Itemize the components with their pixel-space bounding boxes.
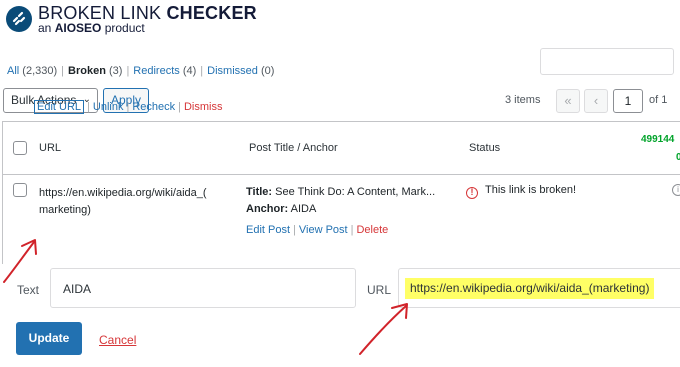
search-input[interactable]	[540, 48, 674, 75]
items-count: 3 items	[505, 94, 541, 106]
action-separator: |	[293, 224, 296, 236]
filter-separator: |	[61, 65, 65, 77]
filter-redirects[interactable]: Redirects (4)	[133, 65, 196, 77]
view-post-link[interactable]: View Post	[299, 224, 348, 236]
filter-dismissed-count: (0)	[260, 65, 275, 77]
extra-column-number: 0	[676, 152, 680, 163]
filter-separator: |	[126, 65, 130, 77]
filter-redirects-label: Redirects	[133, 65, 180, 77]
filter-broken-label: Broken	[68, 65, 106, 77]
url-row-actions: Edit URL | Unlink | Recheck | Dismiss	[34, 100, 223, 114]
link-status: ! This link is broken!	[466, 184, 576, 199]
anchor-label: Anchor:	[246, 203, 289, 215]
extra-column-number: 499144	[641, 134, 675, 145]
brand-sub-suffix: product	[101, 21, 145, 35]
url-input-value[interactable]: https://en.wikipedia.org/wiki/aida_(mark…	[405, 278, 655, 299]
row-checkbox[interactable]	[13, 183, 27, 197]
title-label: Title:	[246, 186, 273, 198]
column-post-title[interactable]: Post Title / Anchor	[249, 142, 338, 154]
column-status[interactable]: Status	[469, 142, 500, 154]
status-filters: All (2,330) | Broken (3) | Redirects (4) | Dis…	[7, 65, 274, 77]
prev-page-button[interactable]: ‹	[584, 89, 608, 113]
status-text: This link is broken!	[485, 184, 577, 196]
delete-link[interactable]: Delete	[356, 224, 388, 236]
brand-sub-prefix: an	[38, 21, 55, 35]
edit-post-link[interactable]: Edit Post	[246, 224, 290, 236]
link-url-line: marketing)	[39, 204, 91, 216]
plugin-header: BROKEN LINK CHECKER an AIOSEO product	[0, 0, 680, 52]
aioseo-brand: AIOSEO	[54, 21, 102, 35]
broken-link-logo-icon	[6, 6, 32, 32]
action-separator: |	[87, 101, 90, 113]
update-button[interactable]: Update	[16, 322, 82, 355]
total-pages: of 1	[649, 94, 668, 106]
cancel-link[interactable]: Cancel	[99, 333, 136, 347]
url-field-label: URL	[367, 283, 392, 297]
post-row-actions: Edit Post | View Post | Delete	[246, 224, 388, 236]
post-title-cell: Title: See Think Do: A Content, Mark... …	[246, 184, 435, 218]
post-title: See Think Do: A Content, Mark...	[275, 186, 436, 198]
info-icon[interactable]: i	[672, 184, 680, 196]
link-url: https://en.wikipedia.org/wiki/aida_( mar…	[39, 185, 239, 219]
link-text-input[interactable]: AIDA	[50, 268, 356, 308]
action-separator: |	[350, 224, 354, 236]
current-page-input[interactable]: 1	[613, 89, 643, 113]
filter-dismissed-label: Dismissed	[207, 65, 258, 77]
brand-title-light: BROKEN LINK	[38, 3, 167, 23]
brand-subtitle: an AIOSEO product	[38, 21, 145, 35]
anchor-text: AIDA	[290, 203, 317, 215]
first-page-button[interactable]: «	[556, 89, 580, 113]
column-url[interactable]: URL	[39, 142, 61, 154]
warning-icon: !	[466, 187, 478, 199]
edit-url-link[interactable]: Edit URL	[34, 100, 85, 114]
filter-redirects-count: (4)	[182, 65, 197, 77]
recheck-link[interactable]: Recheck	[132, 101, 175, 113]
link-url-line: https://en.wikipedia.org/wiki/aida_(	[39, 187, 207, 199]
action-separator: |	[178, 101, 181, 113]
filter-separator: |	[200, 65, 204, 77]
dismiss-link[interactable]: Dismiss	[184, 101, 223, 113]
unlink-link[interactable]: Unlink	[93, 101, 124, 113]
filter-broken[interactable]: Broken (3)	[68, 65, 122, 77]
select-all-checkbox[interactable]	[13, 141, 27, 155]
filter-all[interactable]: All (2,330)	[7, 65, 57, 77]
text-field-label: Text	[17, 283, 40, 297]
filter-dismissed[interactable]: Dismissed (0)	[207, 65, 274, 77]
filter-all-count: (2,330)	[22, 65, 58, 77]
filter-all-label: All	[7, 65, 20, 77]
action-separator: |	[126, 101, 130, 113]
filter-broken-count: (3)	[108, 65, 123, 77]
brand-title-bold: CHECKER	[166, 3, 257, 23]
table-header-row: URL Post Title / Anchor Status 499144 0	[3, 122, 680, 175]
